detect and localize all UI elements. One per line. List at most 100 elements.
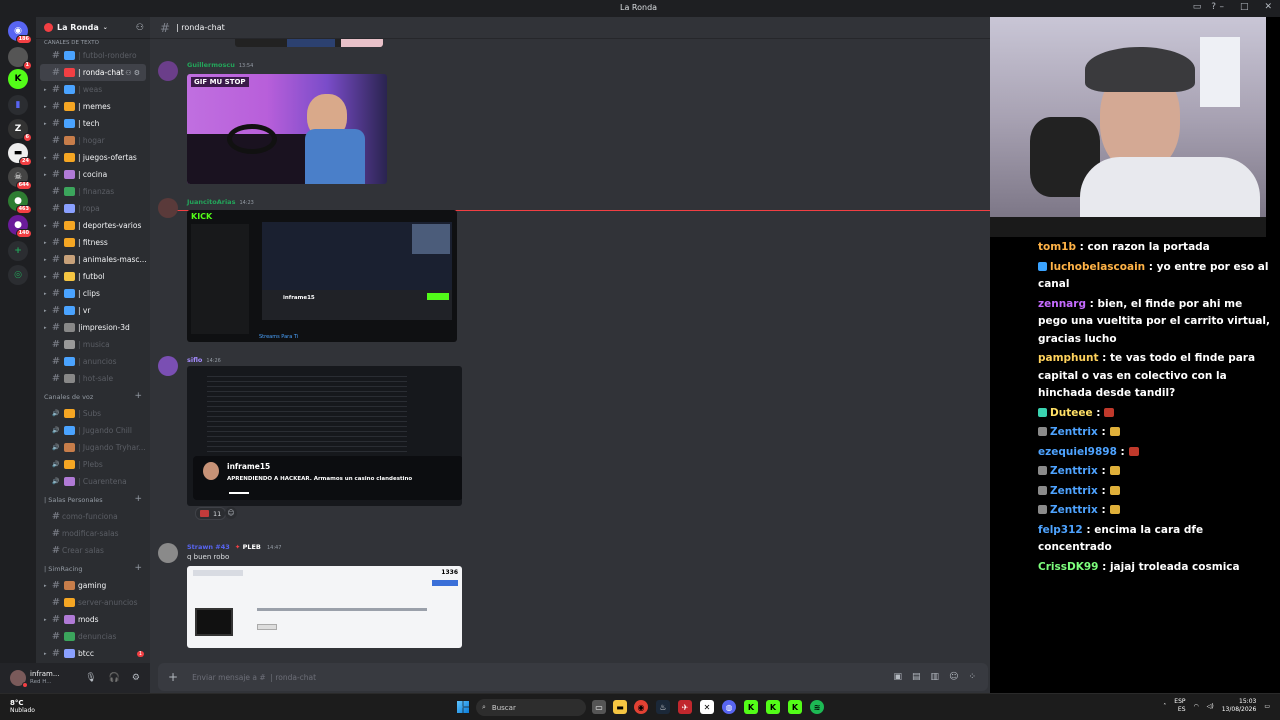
text-channel[interactable]: ▸ # | tech — [36, 115, 150, 132]
message-input[interactable] — [192, 672, 793, 682]
help-icon[interactable]: ? — [1211, 2, 1216, 12]
text-channel[interactable]: ▸ # | weas — [36, 81, 150, 98]
add-channel-icon[interactable]: + — [134, 391, 142, 401]
kick-server-icon[interactable]: K — [8, 69, 28, 89]
add-channel-icon[interactable]: + — [134, 563, 142, 573]
text-channel[interactable]: # | ropa — [36, 200, 150, 217]
add-friend-icon[interactable]: ⚇ — [136, 23, 144, 33]
kick-icon[interactable]: K — [766, 700, 780, 714]
settings-gear-icon[interactable]: ⚙ — [132, 673, 140, 683]
voice-channel[interactable]: 🔊 | Jugando Tryhar... — [36, 439, 150, 456]
sticker-icon[interactable]: ▥ — [931, 672, 940, 682]
microphone-icon[interactable]: 🎙 — [85, 673, 96, 683]
taskbar-search[interactable]: ⌕ Buscar — [476, 699, 586, 716]
voice-channel[interactable]: 🔊 | Subs — [36, 405, 150, 422]
text-channel[interactable]: # | anuncios — [36, 353, 150, 370]
voice-channel[interactable]: 🔊 | Jugando Chill — [36, 422, 150, 439]
add-channel-icon[interactable]: + — [134, 494, 142, 504]
chat-username[interactable]: Zenttrix — [1050, 485, 1098, 497]
guild-header[interactable]: La Ronda ⌄ ⚇ — [36, 17, 150, 39]
avatar[interactable] — [158, 61, 178, 81]
maximize-button[interactable]: □ — [1240, 2, 1249, 12]
task-view-icon[interactable]: ▭ — [592, 700, 606, 714]
gift-icon[interactable]: ▣ — [894, 672, 903, 682]
avatar[interactable] — [158, 198, 178, 218]
simracing-channel[interactable]: # denuncias — [36, 628, 150, 645]
message-list[interactable]: Guillermoscu 13:54 GIF MU STOP JuancitoAr… — [150, 39, 990, 659]
text-channel[interactable]: # | ronda-chat ⚇ ⚙ — [40, 64, 146, 81]
server-icon[interactable]: ☠ 644 — [8, 167, 32, 190]
text-channel[interactable]: ▸ # | fitness — [36, 234, 150, 251]
inbox-icon[interactable]: ▭ — [1193, 2, 1202, 12]
author-name[interactable]: JuancitoArias — [187, 198, 235, 206]
add-reaction-icon[interactable]: ☺ — [225, 507, 237, 519]
author-name[interactable]: Guillermoscu — [187, 61, 235, 69]
chat-username[interactable]: Zenttrix — [1050, 426, 1098, 438]
chat-username[interactable]: Duteee — [1050, 407, 1093, 419]
simracing-channel[interactable]: ▸ # gaming — [36, 577, 150, 594]
chat-username[interactable]: zennarg — [1038, 298, 1086, 310]
language-indicator[interactable]: ESP ES — [1174, 698, 1185, 714]
text-channel[interactable]: ▸ # | cocina — [36, 166, 150, 183]
steam-icon[interactable]: ♨ — [656, 700, 670, 714]
screenshot-attachment[interactable]: inframe15 APRENDIENDO A HACKEAR. Armamos… — [187, 366, 462, 506]
screenshot-attachment[interactable]: KICK inframe15 Streams Para Ti — [187, 210, 457, 342]
server-icon[interactable]: 1 — [8, 47, 32, 70]
text-channel[interactable]: ▸ # | juegos-ofertas — [36, 149, 150, 166]
windows-start-icon[interactable] — [457, 701, 469, 713]
avatar[interactable] — [158, 543, 178, 563]
close-button[interactable]: ✕ — [1264, 2, 1272, 12]
text-channel[interactable]: ▸ # |impresion-3d — [36, 319, 150, 336]
clock[interactable]: 15:03 13/08/2026 — [1222, 698, 1257, 714]
simracing-channel[interactable]: # server-anuncios — [36, 594, 150, 611]
chat-username[interactable]: felp312 — [1038, 524, 1083, 536]
text-channel[interactable]: # | musica — [36, 336, 150, 353]
text-channel[interactable]: ▸ # | vr — [36, 302, 150, 319]
chat-username[interactable]: CrissDK99 — [1038, 561, 1098, 573]
dm-home-button[interactable]: ◉ 186 — [8, 21, 32, 44]
chat-username[interactable]: luchobelascoain — [1050, 261, 1145, 273]
text-channel[interactable]: ▸ # | memes — [36, 98, 150, 115]
attach-plus-icon[interactable]: + — [168, 670, 178, 684]
emoji-icon[interactable]: ☺ — [949, 672, 958, 682]
minimize-button[interactable]: – — [1219, 2, 1224, 12]
text-channel[interactable]: ▸ # | futbol — [36, 268, 150, 285]
gif-icon[interactable]: ▤ — [912, 672, 921, 682]
notifications-icon[interactable]: ▭ — [1264, 703, 1270, 710]
chat-username[interactable]: Zenttrix — [1050, 504, 1098, 516]
text-channel[interactable]: ▸ # | deportes-varios — [36, 217, 150, 234]
category-text[interactable]: CANALES DE TEXTO — [36, 39, 150, 47]
image-attachment[interactable] — [235, 39, 383, 47]
kick-icon[interactable]: K — [744, 700, 758, 714]
text-channel[interactable]: ▸ # | animales-masc... — [36, 251, 150, 268]
simracing-channel[interactable]: ▸ # mods — [36, 611, 150, 628]
text-channel[interactable]: # | hot-sale — [36, 370, 150, 387]
kick-icon[interactable]: K — [788, 700, 802, 714]
volume-icon[interactable]: ◁) — [1207, 703, 1214, 710]
app-icon[interactable]: ✕ — [700, 700, 714, 714]
user-info[interactable]: infram... Red H... — [30, 670, 60, 686]
simracing-channel[interactable]: ▸ # btcc 1 — [36, 645, 150, 662]
chat-username[interactable]: tom1b — [1038, 241, 1076, 253]
server-icon[interactable]: ● 140 — [8, 215, 32, 238]
author-name[interactable]: Strawn #43 — [187, 543, 230, 551]
avatar[interactable] — [158, 356, 178, 376]
channel-settings-icon[interactable]: ⚇ ⚙ — [125, 69, 140, 77]
headphones-icon[interactable]: 🎧 — [109, 673, 120, 683]
personal-channel[interactable]: # Crear salas — [36, 542, 150, 559]
voice-channel[interactable]: 🔊 | Cuarentena — [36, 473, 150, 490]
app-icon[interactable]: ✈ — [678, 700, 692, 714]
gif-attachment[interactable]: GIF MU STOP — [187, 74, 387, 184]
spotify-icon[interactable]: ≋ — [810, 700, 824, 714]
screenshot-attachment[interactable]: 1336 — [187, 566, 462, 648]
text-channel[interactable]: ▸ # | clips — [36, 285, 150, 302]
author-name[interactable]: siflo — [187, 356, 202, 364]
personal-channel[interactable]: # modificar-salas — [36, 525, 150, 542]
category-simracing[interactable]: | SimRacing + — [36, 559, 150, 577]
chevron-up-icon[interactable]: ˄ — [1163, 703, 1166, 710]
file-explorer-icon[interactable]: ▬ — [613, 700, 627, 714]
chrome-icon[interactable]: ◉ — [634, 700, 648, 714]
server-icon[interactable]: ● 463 — [8, 191, 32, 214]
category-personal[interactable]: | Salas Personales + — [36, 490, 150, 508]
explore-icon[interactable]: ◎ — [8, 265, 28, 285]
